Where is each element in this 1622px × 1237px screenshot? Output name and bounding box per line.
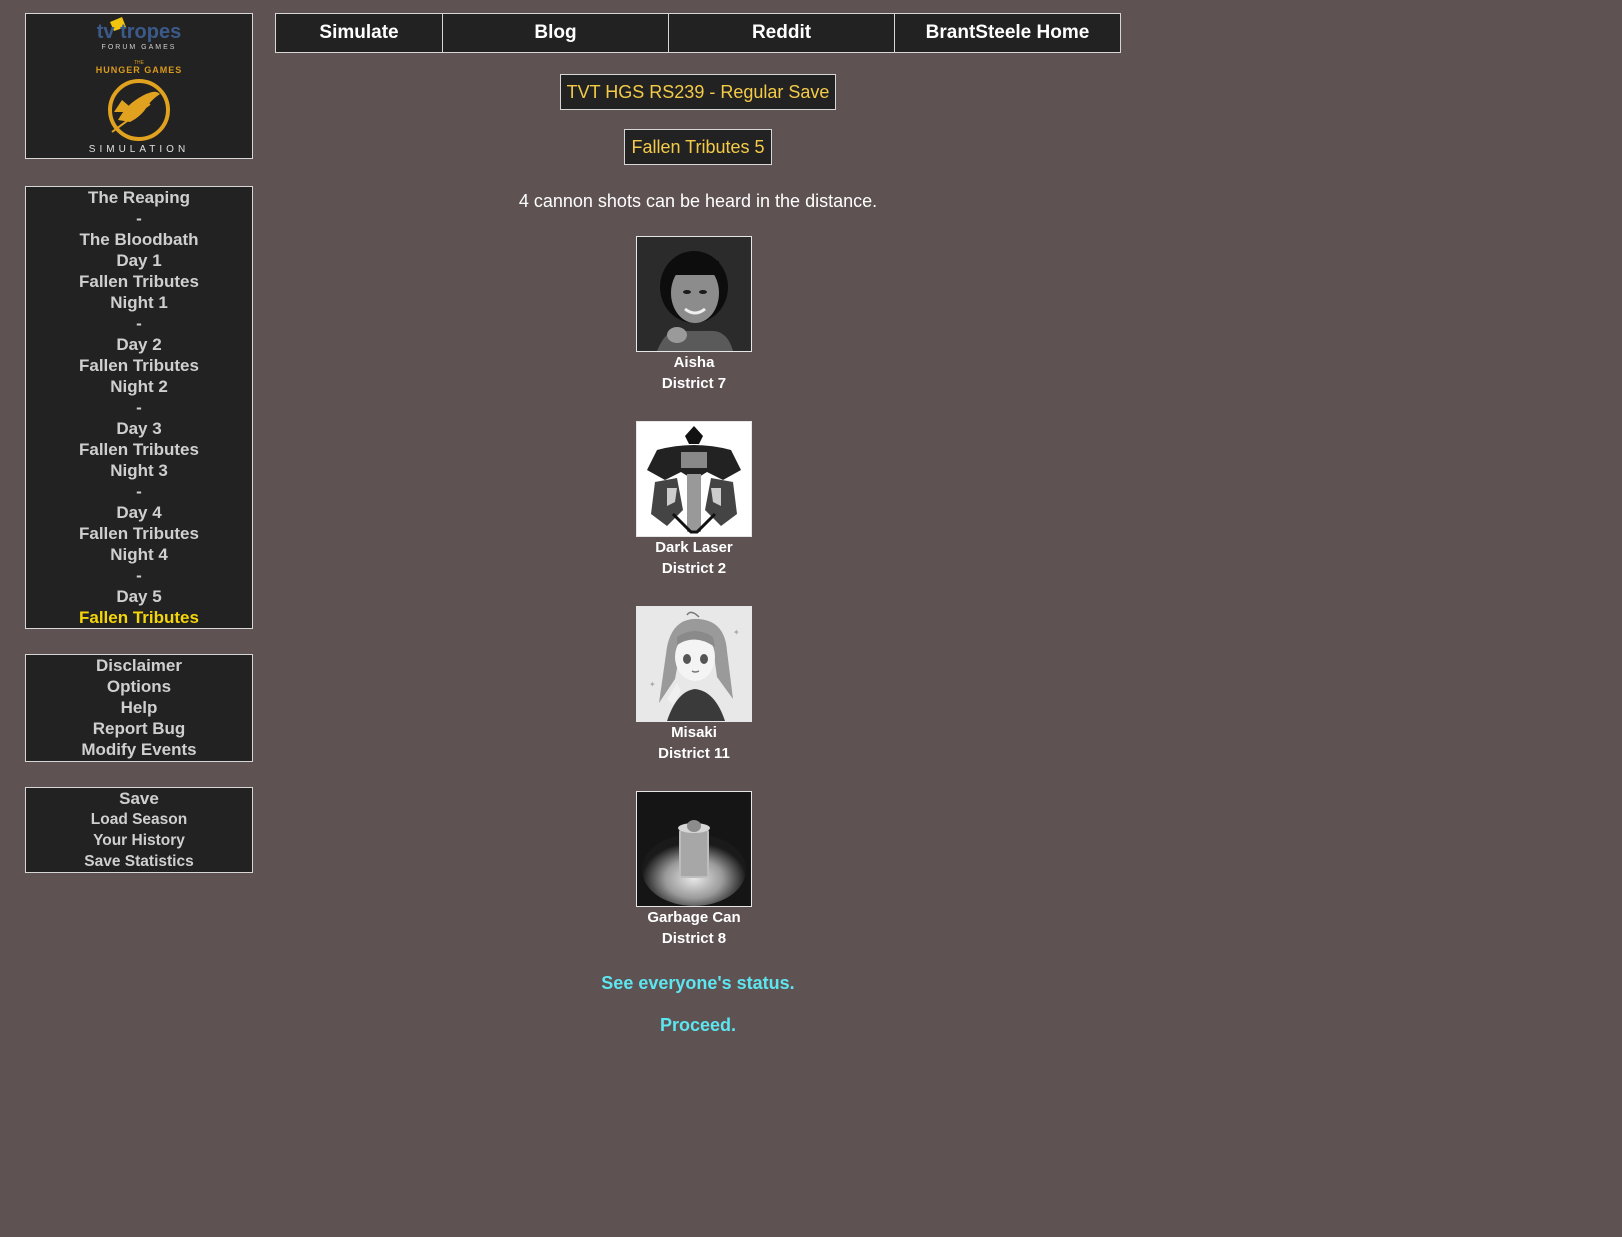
nav-brantsteele-home[interactable]: BrantSteele Home [895,14,1120,52]
nav-simulate[interactable]: Simulate [276,14,443,52]
sidebar-item-help[interactable]: Help [26,697,252,718]
save-title: TVT HGS RS239 - Regular Save [559,74,837,110]
tribute-district: District 2 [661,560,727,577]
svg-text:✦: ✦ [733,628,740,637]
sidebar-item-night-2[interactable]: Night 2 [26,376,252,397]
logo-title: HUNGER GAMES [96,65,183,75]
tribute-card: Dark Laser District 2 [636,421,752,579]
nav-separator: - [136,209,142,228]
tribute-name: Dark Laser [655,539,733,556]
sidebar-item-night-1[interactable]: Night 1 [26,292,252,313]
garbage-can-photo-icon [636,791,752,907]
page-title: Fallen Tributes 5 [624,129,772,165]
nav-separator: - [136,314,142,333]
logo-sub: FORUM GAMES [102,44,177,51]
logo-panel[interactable]: tv tropes FORUM GAMES THE HUNGER GAMES S… [25,13,253,159]
sidebar-item-report-bug[interactable]: Report Bug [26,718,252,739]
robot-drawing-icon [636,421,752,537]
tribute-district: District 7 [661,375,727,392]
sidebar-nav: The Reaping - The Bloodbath Day 1 Fallen Tri… [25,186,253,629]
nav-separator: - [136,482,142,501]
sidebar-item-save-statistics[interactable]: Save Statistics [26,851,252,872]
nav-reddit[interactable]: Reddit [669,14,895,52]
sidebar-item-day-4[interactable]: Day 4 [26,502,252,523]
sidebar-item-day-5[interactable]: Day 5 [26,586,252,607]
sidebar-item-the-bloodbath[interactable]: The Bloodbath [26,229,252,250]
tribute-card: ✦ ✦ Misaki District 11 [636,606,752,764]
sidebar-item-options[interactable]: Options [26,676,252,697]
sidebar-item-fallen-tributes[interactable]: Fallen Tributes [26,439,252,460]
save-title-row: TVT HGS RS239 - Regular Save [275,74,1121,110]
sidebar-item-your-history[interactable]: Your History [26,830,252,851]
nav-separator: - [136,398,142,417]
sidebar-item-night-3[interactable]: Night 3 [26,460,252,481]
sidebar-save: Save Load Season Your History Save Statisti… [25,787,253,873]
sidebar-item-day-3[interactable]: Day 3 [26,418,252,439]
site-logo: tv tropes FORUM GAMES THE HUNGER GAMES S… [89,17,189,155]
proceed-link[interactable]: Proceed. [660,1015,736,1035]
sidebar-info: Disclaimer Options Help Report Bug Modify Ev… [25,654,253,762]
tribute-card: Aisha District 7 [636,236,752,394]
sidebar-item-day-2[interactable]: Day 2 [26,334,252,355]
nav-blog[interactable]: Blog [443,14,669,52]
see-status-link[interactable]: See everyone's status. [601,973,794,993]
sidebar-item-load-season[interactable]: Load Season [26,809,252,830]
tribute-district: District 8 [661,930,727,947]
sidebar-item-disclaimer[interactable]: Disclaimer [26,655,252,676]
portrait-photo-icon [636,236,752,352]
sidebar-item-fallen-tributes[interactable]: Fallen Tributes [26,523,252,544]
logo-footer: SIMULATION [89,144,189,155]
sidebar-item-fallen-tributes[interactable]: Fallen Tributes [26,355,252,376]
sidebar-item-save[interactable]: Save [26,788,252,809]
svg-text:✦: ✦ [649,680,656,689]
tribute-card: Garbage Can District 8 [636,791,752,949]
anime-girl-icon: ✦ ✦ [636,606,752,722]
proceed-link-row: Proceed. [275,1015,1121,1036]
tribute-name: Aisha [673,354,715,371]
sidebar-item-day-1[interactable]: Day 1 [26,250,252,271]
sidebar-item-night-4[interactable]: Night 4 [26,544,252,565]
tribute-name: Garbage Can [647,909,741,926]
sidebar-item-the-reaping[interactable]: The Reaping [26,187,252,208]
nav-separator: - [136,566,142,585]
logo-brand: tv tropes [97,21,181,43]
sidebar-item-fallen-tributes[interactable]: Fallen Tributes [26,271,252,292]
top-navigation: Simulate Blog Reddit BrantSteele Home [275,13,1121,53]
page-title-row: Fallen Tributes 5 [275,129,1121,165]
mockingjay-icon [108,79,170,141]
status-link-row: See everyone's status. [275,973,1121,994]
cannon-text: 4 cannon shots can be heard in the dista… [518,191,878,211]
sidebar-item-modify-events[interactable]: Modify Events [26,739,252,760]
tribute-district: District 11 [658,745,730,762]
sidebar-item-fallen-tributes[interactable]: Fallen Tributes [26,607,252,628]
tribute-name: Misaki [671,724,717,741]
